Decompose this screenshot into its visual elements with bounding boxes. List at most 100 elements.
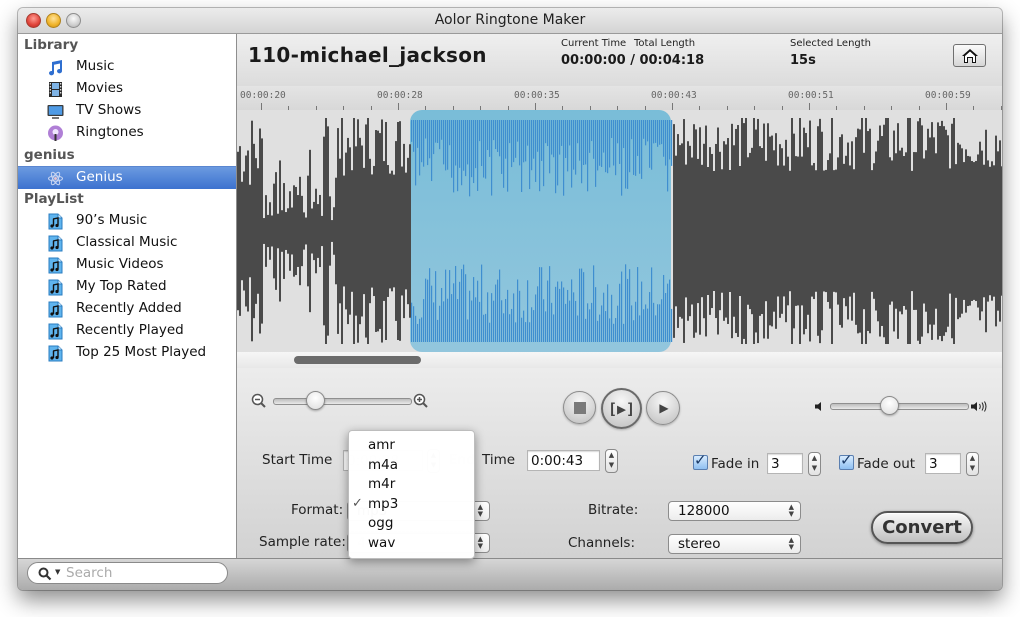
waveform-bar xyxy=(745,118,747,344)
waveform-bar xyxy=(357,119,359,343)
sidebar-item-tv-shows[interactable]: TV Shows xyxy=(18,100,236,122)
waveform-bar xyxy=(355,146,357,316)
sidebar-item-movies[interactable]: Movies xyxy=(18,78,236,100)
waveform-bar xyxy=(771,135,773,327)
sidebar-item-playlist[interactable]: 90’s Music xyxy=(18,210,236,232)
waveform-bar xyxy=(769,136,771,326)
search-options-icon[interactable]: ▼ xyxy=(55,568,60,576)
format-option-ogg[interactable]: ogg xyxy=(349,514,474,534)
fade-in-checkbox[interactable]: ✓ xyxy=(693,451,708,470)
waveform-bar xyxy=(537,286,539,342)
waveform-bar xyxy=(829,153,831,309)
waveform-bar xyxy=(531,120,533,171)
waveform-bar xyxy=(881,136,883,326)
waveform-bar xyxy=(815,170,817,292)
waveform-bar xyxy=(943,126,945,336)
format-label: Format: xyxy=(291,502,344,518)
fade-out-field[interactable]: 3 xyxy=(925,453,961,474)
play-button[interactable]: ▶ xyxy=(646,391,680,425)
end-time-field[interactable]: 0:00:43 xyxy=(527,450,600,471)
sidebar-item-playlist[interactable]: Recently Played xyxy=(18,320,236,342)
sidebar-item-playlist[interactable]: Recently Added xyxy=(18,298,236,320)
waveform-bar xyxy=(549,266,551,342)
waveform-bar xyxy=(799,118,801,344)
channels-select[interactable]: stereo ▲ ▼ xyxy=(668,534,801,554)
sidebar-item-playlist[interactable]: Top 25 Most Played xyxy=(18,342,236,364)
waveform-bar xyxy=(413,306,415,342)
fade-in-stepper[interactable]: ▲ ▼ xyxy=(808,452,821,476)
sample-rate-label: Sample rate: xyxy=(259,534,346,550)
ruler-tick xyxy=(946,103,947,110)
sidebar-item-ringtones[interactable]: Ringtones xyxy=(18,122,236,144)
waveform-scrollbar[interactable] xyxy=(237,352,1002,368)
zoom-slider-knob[interactable] xyxy=(306,391,326,410)
waveform-bar xyxy=(681,143,683,319)
stop-button[interactable] xyxy=(563,391,596,424)
waveform-bar xyxy=(527,280,529,342)
format-option-wav[interactable]: wav xyxy=(349,534,474,554)
bitrate-select[interactable]: 128000 ▲ ▼ xyxy=(668,501,801,521)
fade-in-field[interactable]: 3 xyxy=(767,453,803,474)
zoom-slider[interactable] xyxy=(273,398,412,405)
waveform-bar xyxy=(989,166,991,296)
waveform-bar xyxy=(909,118,911,344)
sidebar-item-playlist[interactable]: My Top Rated xyxy=(18,276,236,298)
waveform-bar xyxy=(439,305,441,342)
search-field[interactable]: ▼ Search xyxy=(27,562,228,584)
waveform-bar xyxy=(667,283,669,342)
waveform-bar xyxy=(939,125,941,337)
sidebar-item-genius[interactable]: Genius xyxy=(18,166,236,189)
volume-slider-knob[interactable] xyxy=(879,396,899,415)
format-option-m4r[interactable]: m4r xyxy=(349,475,474,495)
waveform-bar xyxy=(641,120,643,179)
waveform-bar xyxy=(637,120,639,156)
waveform-bar xyxy=(787,156,789,306)
waveform-bar xyxy=(715,143,717,319)
waveform-bar xyxy=(575,300,577,342)
waveform-bar xyxy=(467,120,469,165)
waveform-bar xyxy=(455,265,457,342)
waveform-bar xyxy=(309,149,311,313)
waveform-bar xyxy=(539,120,541,192)
waveform-bar xyxy=(625,120,627,189)
waveform-bar xyxy=(329,196,331,266)
waveform-bar xyxy=(449,270,451,342)
waveform-bar xyxy=(957,142,959,320)
zoom-in-icon[interactable] xyxy=(413,393,429,409)
format-option-m4a[interactable]: m4a xyxy=(349,456,474,476)
waveform-bar xyxy=(567,120,569,172)
waveform-bar xyxy=(833,170,835,292)
waveform-bar xyxy=(577,315,579,342)
window-title: Aolor Ringtone Maker xyxy=(434,12,586,28)
waveform-area[interactable] xyxy=(237,110,1002,352)
scrollbar-thumb[interactable] xyxy=(294,356,421,364)
format-option-amr[interactable]: amr xyxy=(349,436,474,456)
sidebar-item-playlist[interactable]: Classical Music xyxy=(18,232,236,254)
waveform-bar xyxy=(581,120,583,184)
home-button[interactable] xyxy=(953,44,986,67)
sidebar-item-music[interactable]: Music xyxy=(18,56,236,78)
waveform-bar xyxy=(401,166,403,296)
waveform-bar xyxy=(587,120,589,192)
waveform-bar xyxy=(415,315,417,342)
waveform-bar xyxy=(621,271,623,342)
waveform-bar xyxy=(475,120,477,169)
zoom-out-icon[interactable] xyxy=(251,393,267,409)
convert-button[interactable]: Convert xyxy=(871,511,973,544)
volume-slider[interactable] xyxy=(830,403,969,410)
sidebar-item-playlist[interactable]: Music Videos xyxy=(18,254,236,276)
waveform-bar xyxy=(569,120,571,146)
waveform-bar xyxy=(403,143,405,319)
play-selection-button[interactable]: [▶] xyxy=(601,388,642,429)
waveform-bar xyxy=(619,283,621,342)
waveform-bar xyxy=(617,305,619,342)
format-option-label: m4r xyxy=(368,476,396,493)
waveform-bar xyxy=(495,120,497,150)
waveform-bar xyxy=(903,156,905,306)
format-option-mp3[interactable]: ✓ mp3 xyxy=(349,495,474,515)
fade-out-stepper[interactable]: ▲ ▼ xyxy=(966,452,979,476)
waveform-bar xyxy=(689,145,691,317)
fade-out-checkbox[interactable]: ✓ xyxy=(839,451,854,470)
waveform-bar xyxy=(699,127,701,335)
end-time-stepper[interactable]: ▲ ▼ xyxy=(605,449,618,473)
